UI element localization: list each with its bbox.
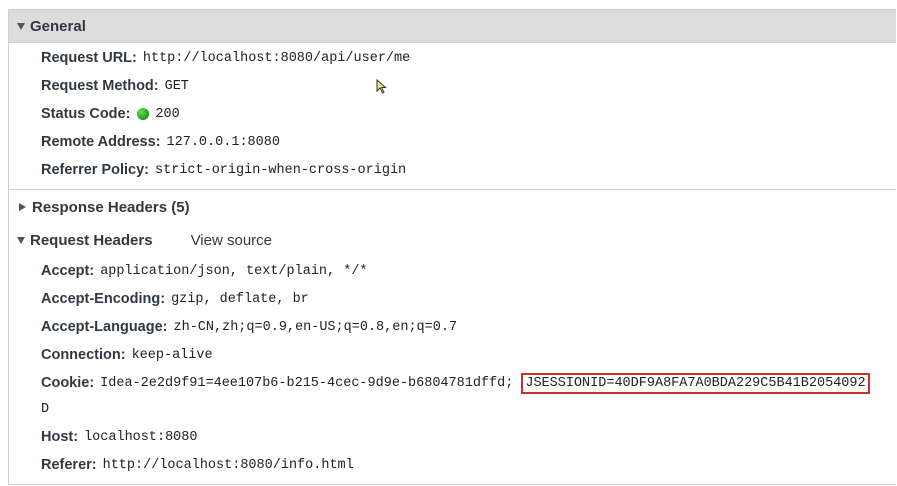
request-row-accept-encoding: Accept-Encoding: gzip, deflate, br <box>41 288 309 310</box>
response-headers-section-header[interactable]: Response Headers (5) <box>9 191 896 223</box>
header-key: Referer: <box>41 457 97 473</box>
header-value: 127.0.0.1:8080 <box>166 134 280 150</box>
header-value: localhost:8080 <box>84 429 198 445</box>
view-source-link[interactable]: View source <box>191 232 272 249</box>
request-row-host: Host: localhost:8080 <box>41 426 197 448</box>
general-row-request-url: Request URL: http://localhost:8080/api/u… <box>41 47 410 69</box>
header-value: strict-origin-when-cross-origin <box>155 162 407 178</box>
response-headers-title: Response Headers (5) <box>32 198 190 216</box>
header-value: GET <box>164 78 189 94</box>
header-value: http://localhost:8080/info.html <box>102 457 354 473</box>
request-row-accept: Accept: application/json, text/plain, */… <box>41 260 368 282</box>
jsessionid-highlight: JSESSIONID=40DF9A8FA7A0BDA229C5B41B20540… <box>521 372 870 394</box>
header-key: Remote Address: <box>41 134 161 150</box>
header-value: 200 <box>155 106 180 122</box>
header-key: Request Method: <box>41 78 159 94</box>
header-key: Cookie: <box>41 375 95 391</box>
triangle-down-icon <box>17 22 25 30</box>
headers-panel: General Request URL: http://localhost:80… <box>8 9 896 485</box>
request-row-connection: Connection: keep-alive <box>41 344 213 366</box>
general-row-status-code: Status Code: 200 <box>41 103 180 125</box>
header-value-wrap: D <box>41 401 50 417</box>
general-row-remote-address: Remote Address: 127.0.0.1:8080 <box>41 131 280 153</box>
header-key: Accept-Encoding: <box>41 291 166 307</box>
header-key: Accept: <box>41 263 95 279</box>
header-key: Request URL: <box>41 50 137 66</box>
header-value: gzip, deflate, br <box>171 291 309 307</box>
status-ok-icon <box>137 108 150 120</box>
header-key: Accept-Language: <box>41 319 168 335</box>
header-key: Referrer Policy: <box>41 162 149 178</box>
triangle-right-icon <box>19 203 26 211</box>
request-headers-title: Request Headers <box>30 231 153 249</box>
header-value: zh-CN,zh;q=0.9,en-US;q=0.8,en;q=0.7 <box>173 319 458 335</box>
triangle-down-icon <box>17 236 25 244</box>
header-value: application/json, text/plain, */* <box>100 263 368 279</box>
header-key: Status Code: <box>41 106 131 122</box>
request-row-cookie: Cookie: Idea-2e2d9f91=4ee107b6-b215-4cec… <box>41 372 870 394</box>
mouse-cursor-icon <box>376 79 387 94</box>
request-headers-section-header[interactable]: Request Headers View source <box>9 224 896 256</box>
header-value: http://localhost:8080/api/user/me <box>142 50 411 66</box>
header-key: Connection: <box>41 347 126 363</box>
section-divider <box>9 189 896 190</box>
request-row-referer: Referer: http://localhost:8080/info.html <box>41 454 354 476</box>
header-value: Idea-2e2d9f91=4ee107b6-b215-4cec-9d9e-b6… <box>100 375 514 391</box>
general-title: General <box>30 17 86 35</box>
header-value: keep-alive <box>131 347 213 363</box>
general-section-header[interactable]: General <box>9 10 896 43</box>
general-row-referrer-policy: Referrer Policy: strict-origin-when-cros… <box>41 159 406 181</box>
request-row-accept-language: Accept-Language: zh-CN,zh;q=0.9,en-US;q=… <box>41 316 457 338</box>
header-key: Host: <box>41 429 79 445</box>
general-row-request-method: Request Method: GET <box>41 75 189 97</box>
request-row-cookie-wrap: D <box>41 398 49 420</box>
